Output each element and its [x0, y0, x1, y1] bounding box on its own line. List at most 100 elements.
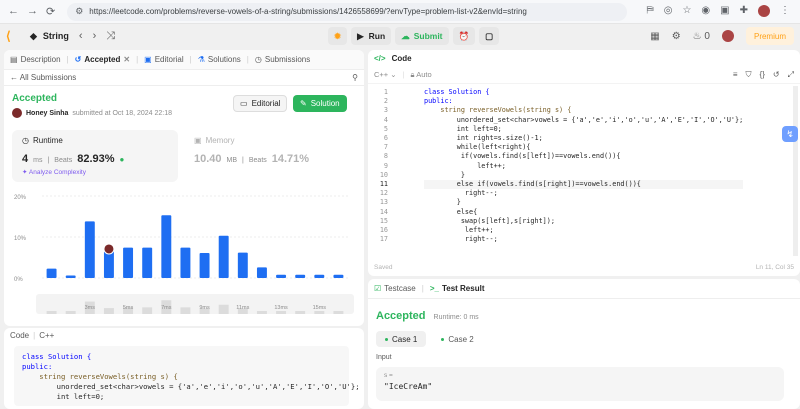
layout-icon[interactable]: ▦ — [650, 31, 659, 42]
extension-2-icon[interactable]: ▣ — [720, 5, 729, 17]
analyze-label: Analyze Complexity — [28, 169, 86, 176]
code-line: right--; — [424, 189, 498, 198]
submit-button[interactable]: ☁ Submit — [395, 27, 449, 45]
braces-icon[interactable]: {} — [760, 70, 765, 80]
back-arrow-icon[interactable]: ← — [8, 5, 19, 18]
link-icon[interactable]: ⚲ — [352, 73, 358, 82]
editor-status-bar: Saved Ln 11, Col 35 — [368, 260, 800, 274]
runtime-distribution-chart[interactable]: 20% 10% 0% 3ms 5ms 7ms 9ms 11ms 13ms 15ms — [12, 190, 354, 325]
debug-button[interactable]: ✹ — [328, 27, 348, 45]
run-button[interactable]: ▶ Run — [351, 27, 392, 45]
tab-solutions[interactable]: ⚗ Solutions — [198, 55, 241, 64]
bookmark-icon[interactable]: ⛉ — [746, 70, 752, 80]
runtime-bar[interactable] — [46, 268, 57, 278]
your-submission-marker[interactable] — [103, 243, 115, 255]
x-tick-label: 5ms — [123, 305, 134, 311]
address-bar[interactable]: ⚙ https://leetcode.com/problems/reverse-… — [67, 2, 628, 21]
runtime-bar[interactable] — [237, 252, 248, 278]
flask-icon: ⚗ — [197, 55, 205, 64]
all-submissions-link[interactable]: ← All Submissions — [10, 73, 76, 82]
runtime-bar[interactable] — [218, 235, 229, 278]
eye-off-icon[interactable]: ◎ — [664, 5, 673, 17]
puzzle-icon[interactable]: ✚ — [740, 5, 748, 17]
menu-icon[interactable]: ⋮ — [780, 5, 790, 17]
reset-icon[interactable]: ↺ — [773, 70, 780, 80]
leetcode-logo-icon[interactable]: ⟨ — [6, 29, 20, 43]
tab-label: Testcase — [384, 284, 416, 293]
runtime-bar[interactable] — [199, 252, 210, 278]
next-problem-icon[interactable]: › — [93, 30, 97, 43]
solution-button[interactable]: ✎ Solution — [293, 95, 347, 112]
line-number: 13 — [379, 198, 388, 207]
x-tick-label: 7ms — [161, 305, 172, 311]
runtime-bar[interactable] — [65, 275, 76, 278]
memory-beats-pct: 14.71% — [271, 153, 310, 165]
user-avatar[interactable] — [721, 30, 734, 42]
profile-avatar[interactable] — [758, 5, 770, 17]
format-icon[interactable]: ≡ — [733, 70, 738, 80]
tab-divider: | — [421, 284, 424, 293]
overview-track[interactable] — [36, 294, 354, 314]
solution-button-label: Solution — [310, 99, 340, 108]
submitter-avatar[interactable] — [12, 108, 22, 118]
editor-scrollbar[interactable] — [793, 86, 798, 256]
memory-card[interactable]: ▣ Memory 10.40 MB | Beats 14.71% — [184, 130, 350, 182]
runtime-bar[interactable] — [276, 274, 287, 278]
premium-button[interactable]: Premium — [745, 27, 794, 45]
site-info-icon[interactable]: ⚙ — [75, 6, 83, 17]
assistant-float-icon[interactable]: ↯ — [782, 126, 798, 142]
runtime-bar[interactable] — [180, 247, 191, 278]
language-select[interactable]: C++ ⌄ — [374, 70, 397, 79]
notes-button[interactable]: ▢ — [479, 27, 500, 45]
runtime-bar[interactable] — [123, 247, 134, 278]
y-tick-label: 20% — [14, 195, 27, 201]
tab-test-result[interactable]: >_ Test Result — [430, 284, 485, 293]
tab-editorial[interactable]: ▣ Editorial — [144, 55, 183, 64]
overview-bar — [295, 311, 306, 314]
tab-description[interactable]: ▤ Description — [10, 55, 61, 64]
code-line: else{ — [424, 207, 478, 216]
tab-testcase[interactable]: ☑ Testcase — [374, 284, 416, 293]
translate-icon[interactable]: ⛿ — [646, 5, 653, 17]
runtime-bar[interactable] — [142, 247, 153, 278]
code-line: right--; — [424, 235, 498, 244]
bookmark-star-icon[interactable]: ☆ — [682, 5, 691, 17]
streak-counter[interactable]: ♨ 0 — [693, 31, 710, 42]
close-tab-icon[interactable]: ✕ — [123, 55, 130, 64]
reload-icon[interactable]: ⟳ — [46, 5, 55, 18]
submission-panel: ▤ Description | ↺ Accepted ✕ | ▣ Editorial |… — [4, 50, 364, 326]
analyze-complexity-link[interactable]: ✦ Analyze Complexity — [22, 168, 168, 176]
editorial-button[interactable]: ▭ Editorial — [233, 95, 288, 112]
runtime-bar[interactable] — [84, 221, 95, 278]
timer-button[interactable]: ⏰ — [452, 27, 476, 45]
case-2-tab[interactable]: Case 2 — [432, 331, 482, 347]
extension-icon[interactable]: ◉ — [701, 5, 710, 17]
line-number: 6 — [383, 134, 388, 143]
code-line: int left=0; — [22, 392, 105, 401]
case-1-tab[interactable]: Case 1 — [376, 331, 427, 347]
submitted-code-block[interactable]: class Solution {public: string reverseVo… — [14, 346, 360, 406]
runtime-bar[interactable] — [103, 250, 114, 278]
overview-bar — [180, 307, 191, 314]
editor-toolbar: C++ ⌄ | 🔒︎ Auto ≡ ⛉ {} ↺ ⤢ — [368, 66, 800, 84]
prev-problem-icon[interactable]: ‹ — [79, 30, 83, 43]
runtime-bar[interactable] — [333, 274, 344, 278]
memory-value: 10.40 — [194, 153, 222, 165]
tab-submissions[interactable]: ◷ Submissions — [255, 55, 310, 64]
auto-mode[interactable]: 🔒︎ Auto — [411, 70, 432, 80]
runtime-card[interactable]: ◷ Runtime 4 ms | Beats 82.93% ● ✦ Analyze… — [12, 130, 178, 182]
tab-divider: | — [246, 55, 249, 64]
settings-gear-icon[interactable]: ⚙ — [672, 31, 681, 42]
code-editor[interactable]: 1 2 3 4 5 6 7 8 9 10 11 12 13 14 15 16 17 class Solution… — [368, 86, 800, 256]
submitter-name[interactable]: Honey Sinha — [26, 110, 68, 117]
runtime-bar[interactable] — [295, 274, 306, 278]
runtime-bar[interactable] — [314, 274, 325, 278]
forward-arrow-icon[interactable]: → — [27, 5, 38, 18]
runtime-bar[interactable] — [256, 267, 267, 278]
runtime-bar[interactable] — [161, 215, 172, 278]
tab-accepted[interactable]: ↺ Accepted ✕ — [75, 55, 130, 64]
shuffle-icon[interactable]: ⤨ — [106, 30, 115, 43]
x-tick-label: 3ms — [85, 305, 96, 311]
problem-list-button[interactable]: ◆ String — [30, 31, 69, 42]
expand-icon[interactable]: ⤢ — [788, 70, 794, 80]
